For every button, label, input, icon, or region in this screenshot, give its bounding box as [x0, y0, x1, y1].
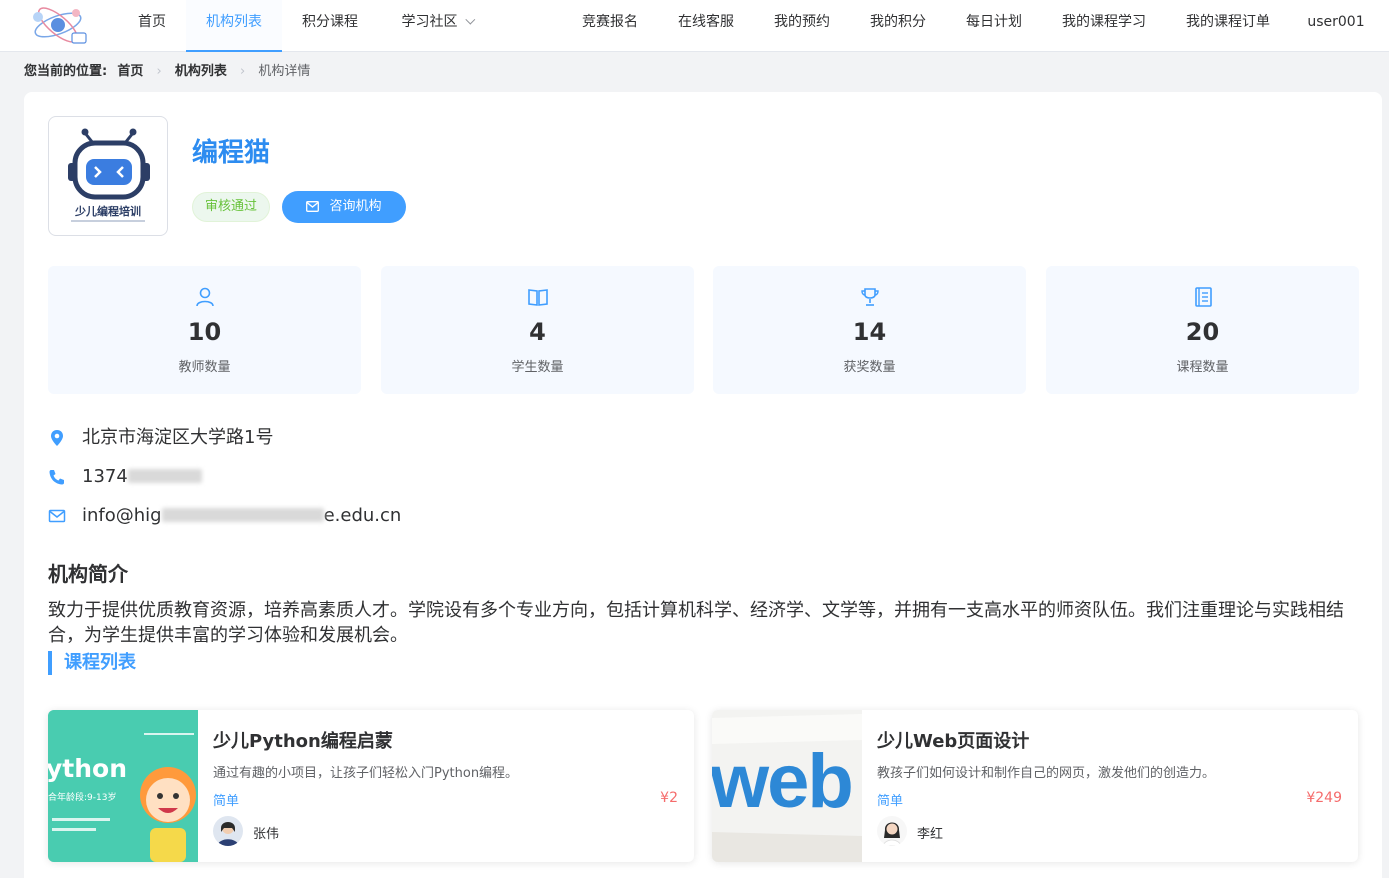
breadcrumb: 您当前的位置: 首页 › 机构列表 › 机构详情 [24, 63, 310, 81]
org-email-prefix: info@hig [82, 505, 162, 526]
course-price: ¥2 [660, 790, 678, 806]
nav-my-points[interactable]: 我的积分 [860, 0, 936, 52]
course-price: ¥249 [1306, 790, 1342, 806]
stat-label: 教师数量 [178, 360, 231, 375]
course-level: 简单 [213, 794, 240, 809]
chevron-down-icon [464, 14, 475, 25]
consult-button[interactable]: 咨询机构 [282, 191, 406, 223]
nav-community-label: 学习社区 [401, 14, 458, 30]
course-title[interactable]: 少儿Web页面设计 [877, 727, 1029, 753]
course-thumbnail: ython 合年龄段:9-13岁 [48, 710, 198, 862]
course-card[interactable]: web 少儿Web页面设计 教孩子们如何设计和制作自己的网页，激发他们的创造力。… [712, 710, 1358, 862]
intro-text: 致力于提供优质教育资源，培养高素质人才。学院设有多个专业方向，包括计算机科学、经… [48, 600, 1344, 646]
book-icon [527, 289, 548, 306]
course-card[interactable]: ython 合年龄段:9-13岁 少儿Python编程启蒙 通过有趣的小项目，让… [48, 710, 694, 862]
location-icon [51, 430, 63, 446]
notebook-icon [1194, 287, 1212, 307]
course-title[interactable]: 少儿Python编程启蒙 [213, 727, 393, 753]
course-level: 简单 [877, 794, 904, 809]
nav-my-course-study[interactable]: 我的课程学习 [1052, 0, 1156, 52]
org-phone-text: 1374 [82, 466, 128, 487]
stat-value: 14 [852, 318, 887, 346]
breadcrumb-org-list[interactable]: 机构列表 [175, 64, 227, 79]
stat-teachers: 10 教师数量 [48, 266, 361, 394]
breadcrumb-current: 机构详情 [258, 64, 311, 79]
stat-students: 4 学生数量 [381, 266, 694, 394]
nav-my-course-orders[interactable]: 我的课程订单 [1176, 0, 1280, 52]
course-desc: 通过有趣的小项目，让孩子们轻松入门Python编程。 [213, 766, 519, 781]
chevron-right-icon: › [156, 64, 162, 79]
chevron-right-icon: › [240, 64, 246, 79]
nav-competition[interactable]: 竞赛报名 [572, 0, 648, 52]
course-desc: 教孩子们如何设计和制作自己的网页，激发他们的创造力。 [877, 766, 1216, 781]
nav-org-list[interactable]: 机构列表 [186, 0, 282, 52]
nav-community[interactable]: 学习社区 [388, 0, 484, 52]
thumb-text: web [712, 739, 854, 824]
stat-value: 4 [529, 318, 546, 346]
org-detail-card: 少儿编程培训 编程猫 审核通过 咨询机构 10 教师数量 4 学生数量 14 获… [24, 92, 1382, 878]
stat-label: 获奖数量 [843, 360, 896, 375]
thumb-text: ython [48, 754, 128, 783]
nav-home[interactable]: 首页 [126, 0, 178, 52]
org-logo-subline [71, 220, 145, 222]
course-list-title: 课程列表 [48, 651, 136, 675]
course-thumbnail: web [712, 710, 862, 862]
avatar [877, 816, 907, 846]
status-badge: 审核通过 [192, 192, 271, 222]
thumb-subtext: 合年龄段:9-13岁 [48, 793, 117, 803]
phone-icon [49, 470, 64, 485]
stat-label: 学生数量 [511, 360, 564, 375]
org-name: 编程猫 [192, 138, 271, 168]
nav-daily-plan[interactable]: 每日计划 [956, 0, 1032, 52]
mail-icon [306, 201, 320, 212]
org-logo-text: 少儿编程培训 [75, 205, 141, 218]
stat-value: 20 [1185, 318, 1220, 346]
redacted-block [127, 469, 202, 483]
nav-my-appointments[interactable]: 我的预约 [764, 0, 840, 52]
scrollbar[interactable] [1383, 52, 1389, 878]
redacted-block [161, 508, 324, 522]
site-logo[interactable] [28, 3, 88, 45]
trophy-icon [860, 288, 879, 306]
org-address-text: 北京市海淀区大学路1号 [82, 427, 274, 448]
stat-awards: 14 获奖数量 [713, 266, 1026, 394]
python-cover-image [48, 710, 198, 862]
user-menu[interactable]: user001 [1300, 0, 1372, 52]
nav-points-courses[interactable]: 积分课程 [292, 0, 368, 52]
user-icon [195, 287, 214, 307]
consult-button-label: 咨询机构 [329, 199, 382, 214]
stat-label: 课程数量 [1176, 360, 1229, 375]
intro-title: 机构简介 [48, 562, 128, 586]
avatar [213, 816, 243, 846]
nav-online-service[interactable]: 在线客服 [668, 0, 744, 52]
org-logo: 少儿编程培训 [48, 116, 168, 236]
top-nav: 首页 机构列表 积分课程 学习社区 竞赛报名 在线客服 我的预约 我的积分 每日… [0, 0, 1389, 52]
stat-courses: 20 课程数量 [1046, 266, 1359, 394]
teacher-name: 张伟 [253, 827, 280, 842]
breadcrumb-lead: 您当前的位置: [24, 64, 108, 79]
teacher-name: 李红 [917, 827, 944, 842]
breadcrumb-home[interactable]: 首页 [117, 64, 143, 79]
stat-value: 10 [187, 318, 222, 346]
org-email-suffix: e.edu.cn [323, 505, 402, 526]
mail-icon [48, 509, 66, 523]
